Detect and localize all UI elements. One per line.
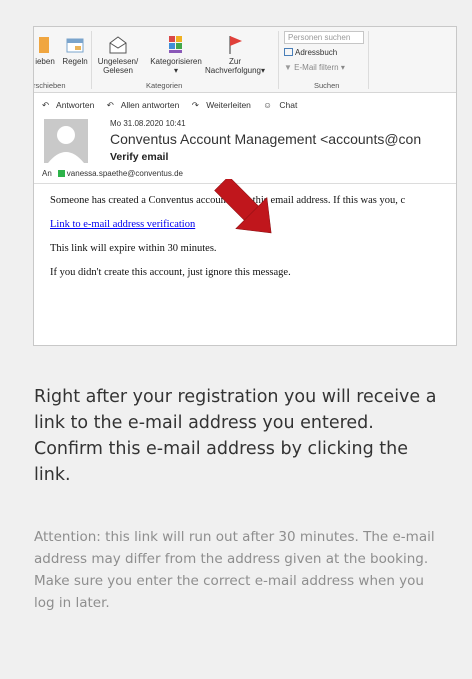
instruction-caption: Right after your registration you will r… <box>34 387 437 485</box>
envelope-icon <box>109 36 127 54</box>
reply-all-label: Allen antworten <box>120 100 180 110</box>
move-icon <box>39 37 49 53</box>
to-address[interactable]: vanessa.spaethe@conventus.de <box>67 169 183 178</box>
read-label: Gelesen <box>103 66 133 75</box>
people-search-placeholder: Personen suchen <box>288 33 351 42</box>
group-label-search: Suchen <box>314 81 340 90</box>
categorize-button[interactable]: Kategorisieren ▾ <box>144 33 208 75</box>
followup-button[interactable]: Zur Nachverfolgung▾ <box>200 33 270 75</box>
move-button[interactable]: ieben <box>34 33 60 66</box>
dropdown-caret-icon: ▾ <box>173 66 178 75</box>
reply-icon: ↶ <box>42 100 50 110</box>
reply-all-icon: ↶ <box>106 100 114 110</box>
followup-bottom-label: Nachverfolgung <box>204 66 262 75</box>
dropdown-caret-icon: ▾ <box>340 63 345 72</box>
email-sender: Conventus Account Management <accounts@c… <box>110 131 422 147</box>
address-book-label: Adressbuch <box>295 48 338 57</box>
message-actions: ↶ Antworten ↶ Allen antworten ↷ Weiterle… <box>42 100 307 111</box>
filter-email-button[interactable]: ▼ E-Mail filtern ▾ <box>284 63 345 72</box>
body-line-ignore: If you didn't create this account, just … <box>50 267 291 278</box>
flag-icon <box>229 36 242 54</box>
outlook-ribbon: ieben Regeln Ungelesen/ Gelesen Kategori… <box>33 27 456 93</box>
followup-top-label: Zur <box>229 57 241 66</box>
categories-icon <box>169 36 182 53</box>
reply-label: Antworten <box>56 100 95 110</box>
group-label-move: rschieben <box>33 81 66 90</box>
unread-label: Ungelesen/ <box>97 57 139 66</box>
attention-note: Attention: this link will run out after … <box>34 529 435 611</box>
pointer-arrow-icon <box>214 179 272 234</box>
person-icon <box>48 126 84 163</box>
unread-read-button[interactable]: Ungelesen/ Gelesen <box>92 33 144 75</box>
filter-email-label: E-Mail filtern <box>294 63 339 72</box>
group-label-categories: Kategorien <box>146 81 183 90</box>
categorize-label: Kategorisieren <box>150 57 202 66</box>
filter-icon: ▼ <box>284 63 292 72</box>
email-subject: Verify email <box>110 151 169 163</box>
email-recipient: An vanessa.spaethe@conventus.de <box>42 169 183 178</box>
reply-button[interactable]: ↶ Antworten <box>42 100 99 110</box>
forward-button[interactable]: ↷ Weiterleiten <box>192 100 256 110</box>
email-date: Mo 31.08.2020 10:41 <box>110 119 186 128</box>
chat-button[interactable]: ☺ Chat <box>263 100 302 110</box>
email-screenshot: ieben Regeln Ungelesen/ Gelesen Kategori… <box>33 26 457 346</box>
reply-all-button[interactable]: ↶ Allen antworten <box>107 100 185 110</box>
rules-button[interactable]: Regeln <box>60 33 90 66</box>
address-book-icon <box>284 48 293 56</box>
dropdown-caret-icon: ▾ <box>261 66 266 75</box>
verification-link[interactable]: Link to e-mail address verification <box>50 219 195 230</box>
presence-icon <box>57 170 65 177</box>
move-label: ieben <box>35 57 55 66</box>
chat-label: Chat <box>279 100 298 110</box>
rules-label: Regeln <box>62 57 88 66</box>
address-book-button[interactable]: Adressbuch <box>284 48 337 57</box>
body-line-expire: This link will expire within 30 minutes. <box>50 243 217 254</box>
to-label: An <box>42 169 52 178</box>
forward-label: Weiterleiten <box>206 100 251 110</box>
rules-icon <box>66 38 84 53</box>
forward-icon: ↷ <box>191 100 199 110</box>
chat-icon: ☺ <box>263 100 272 110</box>
people-search-input[interactable]: Personen suchen <box>284 31 364 44</box>
sender-avatar <box>44 119 88 163</box>
